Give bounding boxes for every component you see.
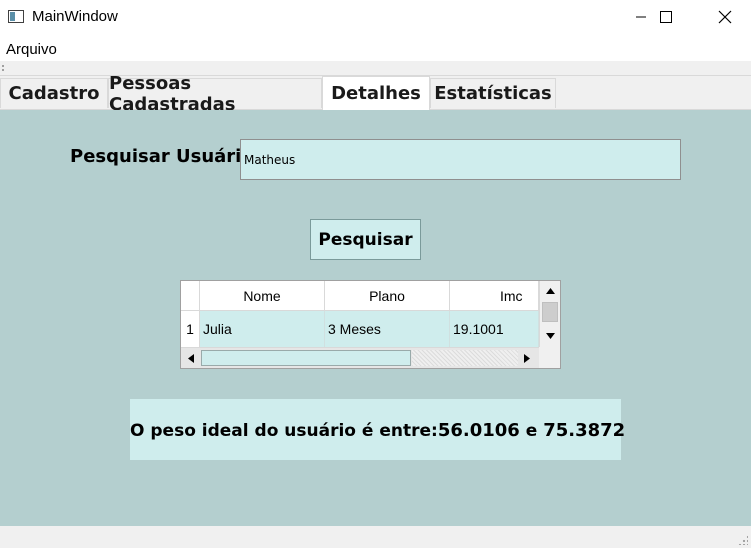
scrollbar-corner <box>539 347 560 368</box>
scroll-up-icon[interactable] <box>541 282 559 300</box>
table-cell-imc[interactable]: 19.1001 <box>450 311 539 347</box>
resize-grip-icon[interactable] <box>738 535 748 545</box>
window-title: MainWindow <box>32 8 118 25</box>
tab-bar: Cadastro Pessoas Cadastradas Detalhes Es… <box>0 73 751 115</box>
tab-cadastro[interactable]: Cadastro <box>0 78 108 108</box>
results-table[interactable]: Nome Plano Imc 1 Julia 3 Meses 19.1001 <box>180 280 561 369</box>
app-icon <box>8 10 24 23</box>
column-header-plano[interactable]: Plano <box>325 281 450 311</box>
scroll-left-icon[interactable] <box>183 349 199 367</box>
vertical-scroll-thumb[interactable] <box>542 302 558 322</box>
horizontal-scrollbar[interactable] <box>181 347 539 368</box>
column-header-imc[interactable]: Imc <box>450 281 539 311</box>
menu-arquivo[interactable]: Arquivo <box>6 41 57 58</box>
ideal-weight-min: 56.0106 <box>437 420 520 441</box>
status-bar <box>0 526 751 548</box>
table-cell-nome[interactable]: Julia <box>200 311 325 347</box>
tab-detalhes[interactable]: Detalhes <box>322 76 430 110</box>
maximize-button[interactable] <box>643 0 689 34</box>
tab-estatisticas[interactable]: Estatísticas <box>430 78 556 108</box>
ideal-weight-connector: e <box>519 421 544 441</box>
ideal-weight-max: 75.3872 <box>543 420 626 441</box>
close-icon <box>718 10 732 24</box>
menu-bar: Arquivo <box>0 34 751 61</box>
search-input[interactable] <box>240 139 681 180</box>
row-header[interactable]: 1 <box>181 311 200 347</box>
horizontal-scroll-thumb[interactable] <box>201 350 411 366</box>
horizontal-scroll-track[interactable] <box>412 350 518 366</box>
ideal-weight-prefix: O peso ideal do usuário é entre: <box>130 421 438 441</box>
column-header-nome[interactable]: Nome <box>200 281 325 311</box>
search-button[interactable]: Pesquisar <box>310 219 421 260</box>
scroll-right-icon[interactable] <box>519 349 535 367</box>
ideal-weight-text: O peso ideal do usuário é entre:56.0106 … <box>130 420 625 441</box>
scroll-down-icon[interactable] <box>541 327 559 345</box>
maximize-icon <box>660 11 672 23</box>
search-label: Pesquisar Usuário: <box>70 146 261 167</box>
title-bar: MainWindow <box>0 0 751 34</box>
table-corner[interactable] <box>181 281 200 311</box>
tab-pessoas-cadastradas[interactable]: Pessoas Cadastradas <box>108 73 322 115</box>
ideal-weight-panel: O peso ideal do usuário é entre:56.0106 … <box>130 399 625 460</box>
table-cell-plano[interactable]: 3 Meses <box>325 311 450 347</box>
close-button[interactable] <box>702 0 748 34</box>
vertical-scrollbar[interactable] <box>539 281 560 347</box>
